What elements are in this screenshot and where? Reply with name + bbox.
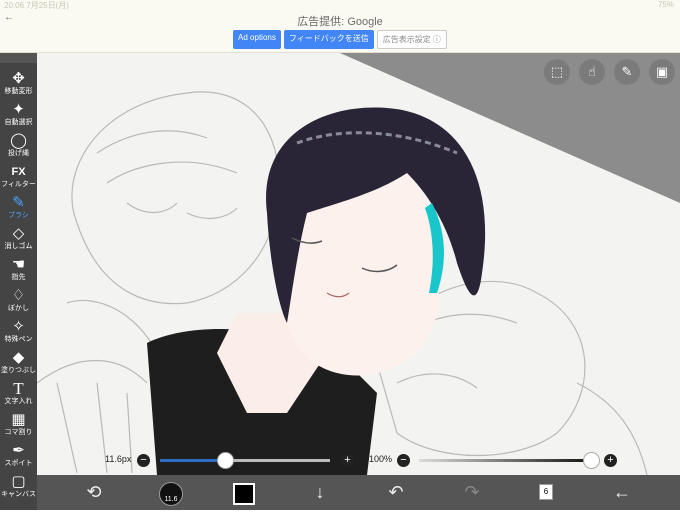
image-icon[interactable]: ▣ [649,59,675,85]
back-arrow-icon[interactable]: ← [611,481,633,503]
size-decrease-button[interactable]: − [137,454,150,467]
status-bar: 20:06 7月25日(月) 75% [0,0,680,10]
tool-eraser[interactable]: ◇ 消しゴム [0,226,37,251]
opacity-increase-button[interactable]: + [604,454,617,467]
ad-options-button[interactable]: Ad options [233,30,281,49]
pen-icon[interactable]: ✎ [614,59,640,85]
fx-icon: FX [11,166,26,178]
brush-size-label: 11.6px [105,454,132,464]
eyedropper-icon: ✒ [12,442,25,459]
magic-wand-icon: ✦ [12,101,25,118]
tool-blur[interactable]: ♢ ぼかし [0,288,37,313]
tool-smudge[interactable]: ☚ 指先 [0,257,37,282]
status-battery: 75% [657,0,674,9]
finger-icon: ☚ [11,256,26,273]
ad-banner: ← 広告提供: Google Ad options フィードバックを送信 広告表… [0,10,680,53]
redo-icon[interactable]: ↷ [461,481,483,503]
tool-text[interactable]: T 文字入れ [0,379,37,406]
opacity-decrease-button[interactable]: − [397,454,410,467]
move-icon: ✥ [12,70,25,87]
tool-sidebar: ✥ 移動変形 ✦ 自動選択 ◯ 投げ縄 FX フィルター ✎ ブラシ ◇ 消しゴム ☚ 指先 … [0,63,37,510]
tool-brush[interactable]: ✎ ブラシ [0,195,37,220]
ad-title: 広告提供: Google [297,16,383,28]
bucket-icon: ◆ [12,349,25,366]
lasso-icon: ◯ [10,132,27,149]
opacity-label: 100% [369,454,393,464]
tool-eyedropper[interactable]: ✒ スポイト [0,443,37,468]
undo-icon[interactable]: ↶ [385,481,407,503]
opacity-slider-knob[interactable] [583,452,600,469]
text-icon: T [13,379,24,398]
tool-canvas[interactable]: ▢ キャンバス [0,474,37,499]
opacity-slider-track[interactable] [419,459,591,462]
layers-button[interactable]: 6 [539,484,553,500]
download-arrow-icon[interactable]: ↓ [309,481,331,503]
color-swatch-button[interactable] [233,483,255,505]
drop-icon: ♢ [11,287,26,304]
hand-touch-icon[interactable]: ☝ [579,59,605,85]
selection-icon[interactable]: ⬚ [544,59,570,85]
size-increase-button[interactable]: + [341,454,354,467]
tool-lasso[interactable]: ◯ 投げ縄 [0,133,37,158]
bottom-toolbar: ⟲ 11.6 ↓ ↶ ↷ 6 ← [37,475,680,510]
canvas-icon: ▢ [11,473,26,490]
google-logo: Google [347,16,383,28]
tool-auto-select[interactable]: ✦ 自動選択 [0,102,37,127]
brush-preview-button[interactable]: 11.6 [159,482,183,506]
tool-special-pen[interactable]: ✧ 特殊ペン [0,319,37,344]
sparkle-pen-icon: ✧ [12,318,25,335]
send-feedback-button[interactable]: フィードバックを送信 [283,30,374,49]
artwork [37,91,648,475]
tool-move-transform[interactable]: ✥ 移動変形 [0,71,37,96]
drawing-canvas[interactable]: ⬚ ☝ ✎ ▣ [37,53,680,475]
eraser-icon: ◇ [12,225,25,242]
tool-filter[interactable]: FX フィルター [0,164,37,189]
brush-slider-row: 11.6px − + 100% − + [37,448,680,475]
tool-frame-divide[interactable]: ▦ コマ割り [0,412,37,437]
size-slider-knob[interactable] [216,452,234,469]
brush-icon: ✎ [12,194,25,211]
ad-settings-button[interactable]: 広告表示設定 ⓘ [376,30,447,49]
frame-icon: ▦ [11,411,26,428]
tool-fill[interactable]: ◆ 塗りつぶし [0,350,37,375]
rotate-icon[interactable]: ⟲ [83,481,105,503]
size-slider-fill [160,459,225,462]
